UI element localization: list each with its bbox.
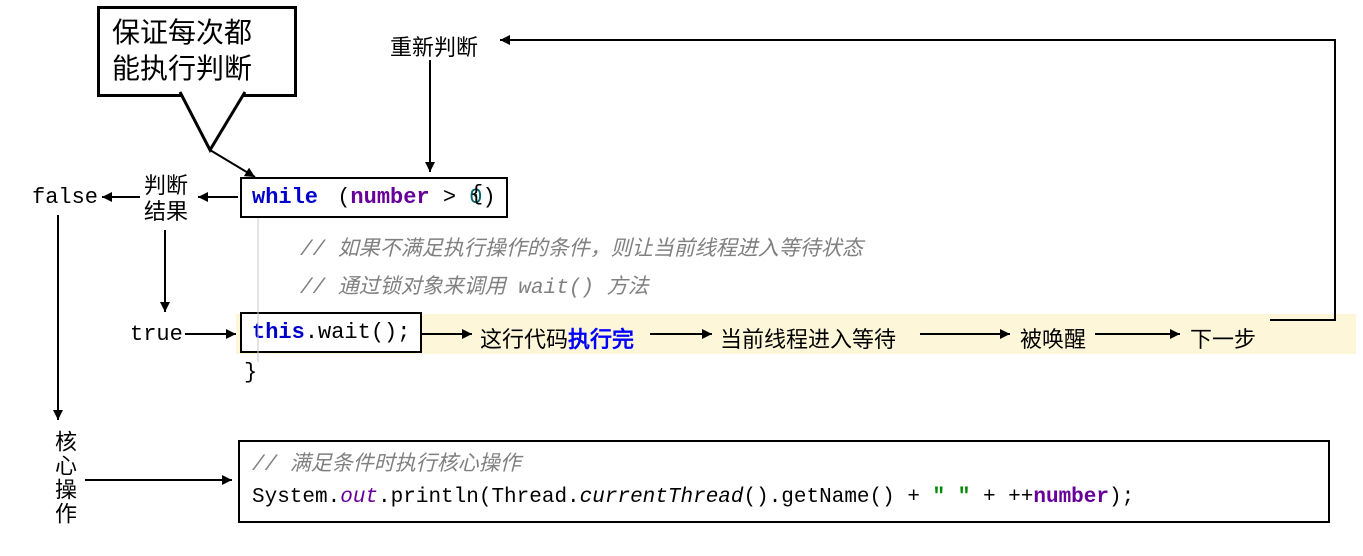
true-label: true — [130, 322, 183, 347]
next-step-label: 下一步 — [1190, 322, 1256, 354]
close-brace: } — [244, 360, 257, 385]
judge-result-label: 判断结果 — [144, 173, 188, 226]
bubble-line1: 保证每次都 — [112, 17, 252, 48]
wait-call: .wait(); — [305, 320, 411, 345]
comment-1: // 如果不满足执行操作的条件，则让当前线程进入等待状态 — [300, 232, 863, 262]
op-gt: > — [430, 185, 470, 210]
while-condition-box: while (number > 0) — [240, 177, 508, 218]
core-comment: // 满足条件时执行核心操作 — [252, 450, 1316, 482]
core-code-line: System.out.println(Thread.currentThread(… — [252, 482, 1316, 514]
woken-label: 被唤醒 — [1020, 322, 1086, 354]
core-op-label: 核心操作 — [48, 430, 80, 526]
open-brace: { — [470, 182, 483, 207]
rparen: ) — [482, 185, 495, 210]
lparen: ( — [337, 185, 350, 210]
comment-2: // 通过锁对象来调用 wait() 方法 — [300, 270, 649, 300]
wait-call-box: this.wait(); — [240, 312, 422, 353]
speech-bubble: 保证每次都 能执行判断 — [97, 6, 297, 97]
core-op-box: // 满足条件时执行核心操作 System.out.println(Thread… — [238, 440, 1330, 523]
enter-wait-label: 当前线程进入等待 — [720, 322, 896, 354]
kw-this: this — [252, 320, 305, 345]
var-number: number — [350, 185, 429, 210]
false-label: false — [32, 185, 98, 210]
bubble-line2: 能执行判断 — [112, 53, 252, 84]
kw-while: while — [252, 185, 318, 210]
exec-done-label: 这行代码执行完 — [480, 322, 634, 354]
rejudge-label: 重新判断 — [390, 30, 478, 62]
